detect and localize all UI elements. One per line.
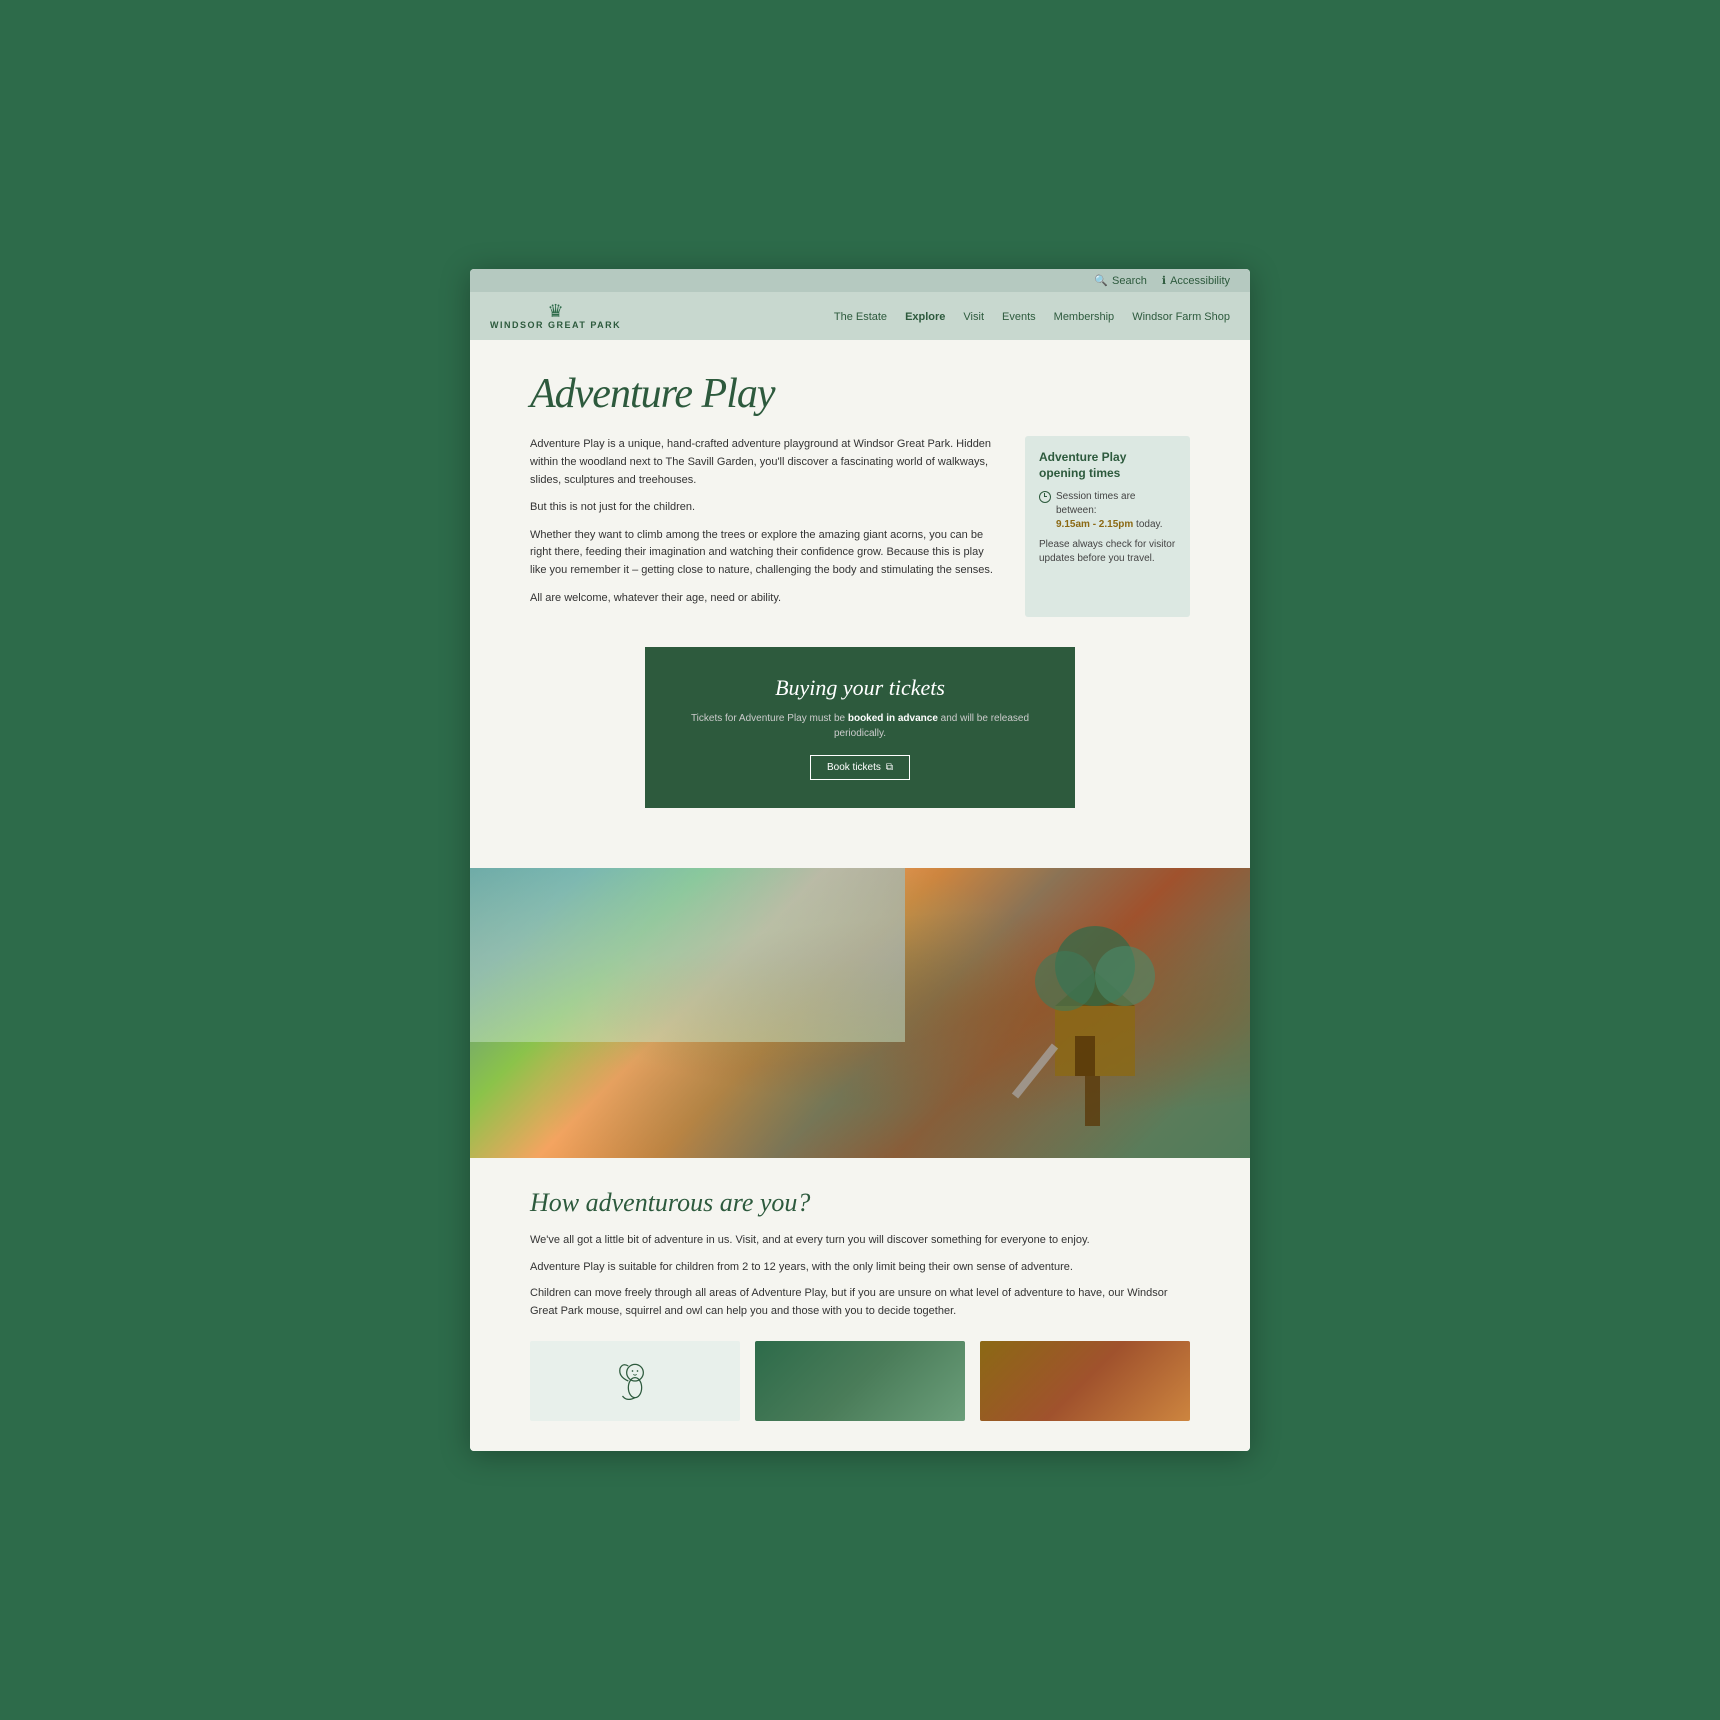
book-tickets-label: Book tickets [827,762,881,773]
search-link[interactable]: 🔍 Search [1094,274,1147,287]
forest-image [755,1341,965,1421]
main-content: Adventure Play Adventure Play is a uniqu… [470,340,1250,868]
crown-icon: ♛ [548,302,564,320]
tickets-description: Tickets for Adventure Play must be booke… [665,711,1055,741]
external-link-icon: ⧉ [886,762,893,773]
update-text: Please always check for visitor updates … [1039,538,1176,566]
image-section [470,868,1250,1158]
nav-item-membership[interactable]: Membership [1054,311,1115,323]
browser-window: 🔍 Search ℹ Accessibility ♛ WINDSOR GREAT… [470,269,1250,1450]
time-suffix: today. [1133,519,1162,530]
session-label: Session times are between: [1056,491,1135,516]
nav-bar: ♛ WINDSOR GREAT PARK The Estate Explore … [470,292,1250,340]
sidebar-box: Adventure Play opening times Session tim… [1025,436,1190,617]
utility-bar: 🔍 Search ℹ Accessibility [470,269,1250,292]
bottom-images [530,1341,1190,1421]
adventurous-p3: Children can move freely through all are… [530,1285,1190,1320]
sky-area [470,868,905,1042]
time-highlight: 9.15am - 2.15pm [1056,519,1133,530]
content-layout: Adventure Play is a unique, hand-crafted… [530,436,1190,617]
intro-p2: But this is not just for the children. [530,499,1000,517]
time-text: Session times are between: 9.15am - 2.15… [1056,490,1176,532]
nav-item-farm-shop[interactable]: Windsor Farm Shop [1132,311,1230,323]
adventurous-heading: How adventurous are you? [530,1188,1190,1218]
adventurous-section: How adventurous are you? We've all got a… [470,1158,1250,1450]
adventurous-p1: We've all got a little bit of adventure … [530,1232,1190,1250]
tickets-heading: Buying your tickets [665,675,1055,701]
tickets-section: Buying your tickets Tickets for Adventur… [645,647,1075,808]
treehouse-svg [995,926,1175,1126]
search-label: Search [1112,275,1147,287]
nav-item-visit[interactable]: Visit [963,311,984,323]
nav-item-explore[interactable]: Explore [905,311,945,323]
intro-p4: All are welcome, whatever their age, nee… [530,590,1000,608]
intro-p1: Adventure Play is a unique, hand-crafted… [530,436,1000,489]
clock-row: Session times are between: 9.15am - 2.15… [1039,490,1176,532]
nav-item-estate[interactable]: The Estate [834,311,887,323]
logo[interactable]: ♛ WINDSOR GREAT PARK [490,302,621,330]
clock-icon [1039,491,1051,503]
accessibility-icon: ℹ [1162,274,1166,287]
nav-links: The Estate Explore Visit Events Membersh… [834,307,1230,325]
intro-p3: Whether they want to climb among the tre… [530,527,1000,580]
sidebar-title: Adventure Play opening times [1039,450,1176,481]
logo-text: WINDSOR GREAT PARK [490,320,621,330]
page-title: Adventure Play [530,370,1190,418]
tickets-desc-bold: booked in advance [848,713,938,724]
tickets-wrapper: Buying your tickets Tickets for Adventur… [530,647,1190,808]
book-tickets-button[interactable]: Book tickets ⧉ [810,755,910,780]
main-text: Adventure Play is a unique, hand-crafted… [530,436,1000,617]
accessibility-label: Accessibility [1170,275,1230,287]
squirrel-image [530,1341,740,1421]
accessibility-link[interactable]: ℹ Accessibility [1162,274,1230,287]
adventure-image [470,868,1250,1158]
squirrel-icon [610,1356,660,1406]
nav-item-events[interactable]: Events [1002,311,1036,323]
wood-image [980,1341,1190,1421]
tickets-desc-prefix: Tickets for Adventure Play must be [691,713,848,724]
adventurous-p2: Adventure Play is suitable for children … [530,1259,1190,1277]
search-icon: 🔍 [1094,274,1108,287]
